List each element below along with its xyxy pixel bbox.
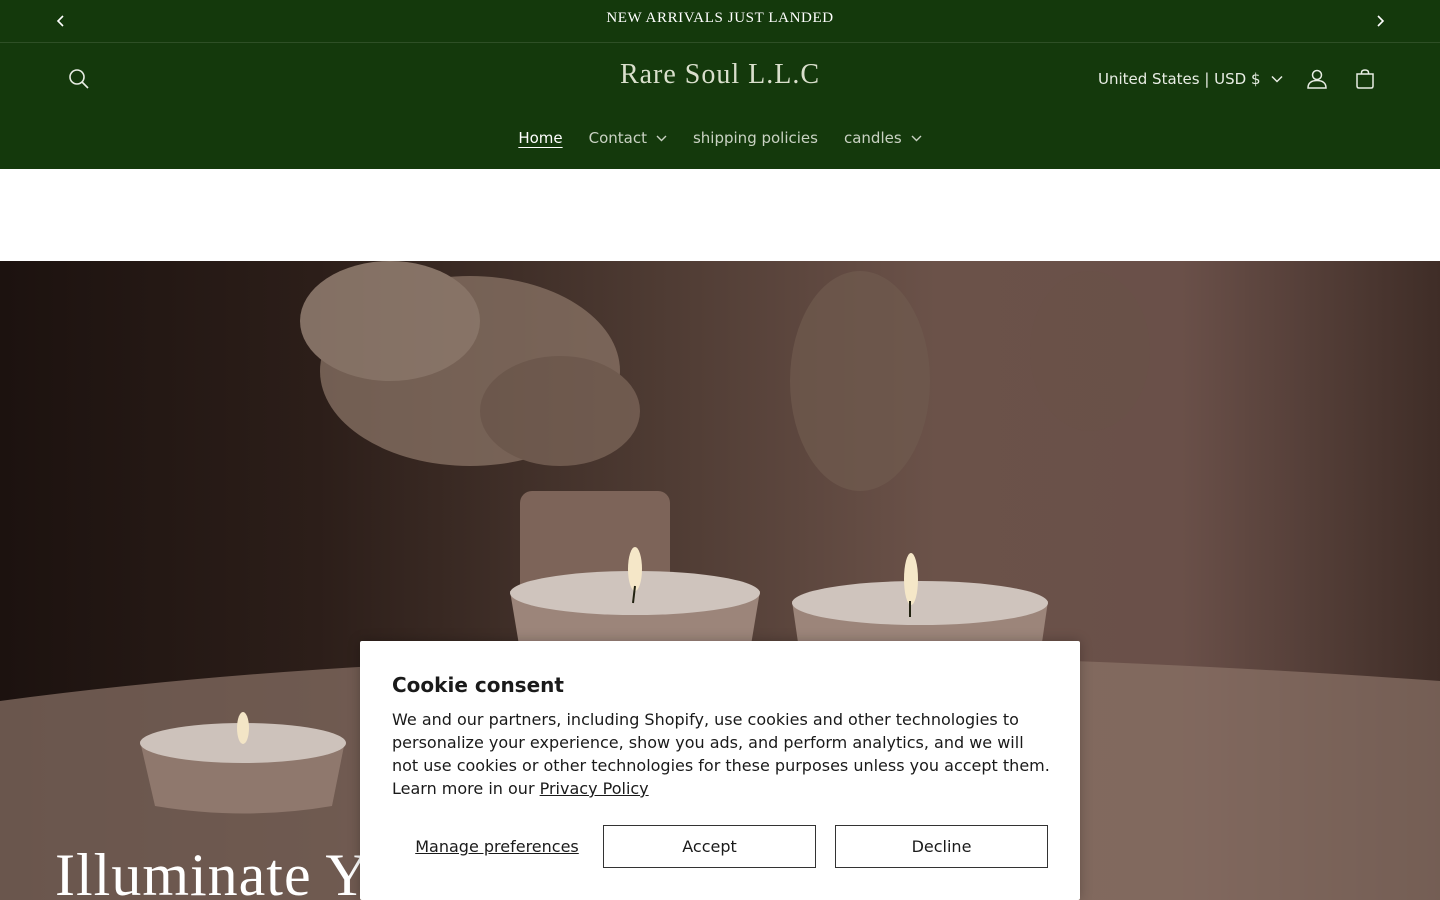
chevron-down-icon: [1271, 75, 1283, 83]
country-selector-label: United States | USD $: [1098, 70, 1261, 88]
header-spacer: [0, 169, 1440, 261]
country-selector[interactable]: United States | USD $: [1098, 66, 1283, 92]
cart-button[interactable]: [1345, 59, 1385, 99]
announcement-next-button[interactable]: [1368, 9, 1392, 33]
nav-item-label: shipping policies: [692, 129, 818, 147]
cookie-consent-text: We and our partners, including Shopify, …: [392, 710, 1050, 798]
cart-icon: [1356, 69, 1374, 89]
chevron-down-icon: [911, 135, 922, 142]
cookie-consent-dialog: Cookie consent We and our partners, incl…: [360, 641, 1080, 900]
announcement-message: NEW ARRIVALS JUST LANDED: [606, 10, 834, 26]
chevron-right-icon: [1377, 15, 1385, 27]
nav-item-home[interactable]: Home: [505, 123, 575, 153]
announcement-bar: NEW ARRIVALS JUST LANDED: [0, 0, 1440, 43]
nav-item-contact[interactable]: Contact: [576, 123, 680, 153]
chevron-left-icon: [56, 15, 64, 27]
announcement-prev-button[interactable]: [49, 9, 73, 33]
privacy-policy-link[interactable]: Privacy Policy: [540, 779, 649, 798]
decline-button[interactable]: Decline: [835, 825, 1048, 868]
cookie-consent-body: We and our partners, including Shopify, …: [392, 708, 1052, 800]
nav-item-shipping-policies[interactable]: shipping policies: [680, 123, 831, 153]
chevron-down-icon: [656, 135, 667, 142]
nav-item-label: Home: [518, 129, 563, 147]
nav-item-label: candles: [843, 129, 902, 147]
manage-preferences-button[interactable]: Manage preferences: [392, 825, 602, 868]
cookie-consent-title: Cookie consent: [392, 673, 564, 697]
accept-button[interactable]: Accept: [603, 825, 816, 868]
nav-item-label: Contact: [588, 129, 647, 147]
account-icon: [1307, 69, 1327, 89]
hero-title: Illuminate Y: [55, 842, 370, 900]
main-nav: Home Contact shipping policies candles: [0, 123, 1440, 153]
account-button[interactable]: [1297, 59, 1337, 99]
nav-item-candles[interactable]: candles: [831, 123, 935, 153]
site-header: Rare Soul L.L.C United States | USD $ Ho…: [0, 43, 1440, 169]
